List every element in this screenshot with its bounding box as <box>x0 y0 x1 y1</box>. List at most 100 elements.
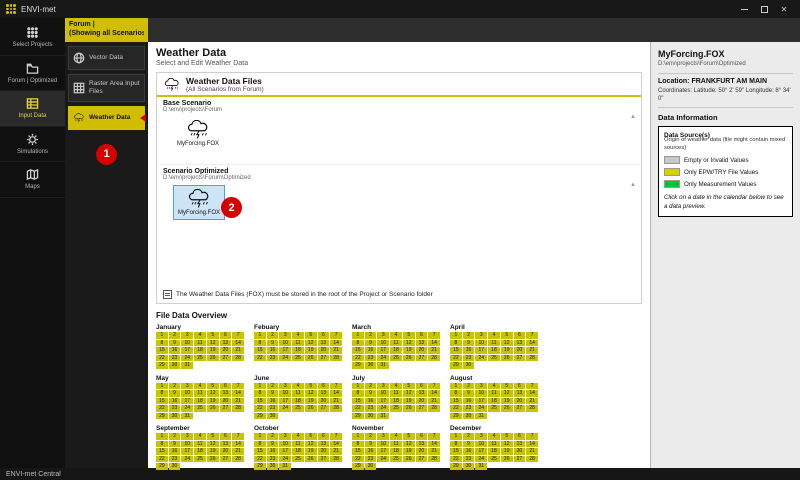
calendar-day[interactable]: 18 <box>194 448 206 455</box>
calendar-day[interactable]: 21 <box>428 448 440 455</box>
calendar-day[interactable]: 9 <box>364 440 377 447</box>
calendar-day[interactable]: 25 <box>390 354 402 361</box>
calendar-day[interactable]: 22 <box>352 455 364 462</box>
calendar-day[interactable]: 15 <box>450 397 462 404</box>
calendar-day[interactable]: 26 <box>304 405 317 412</box>
calendar-day[interactable]: 28 <box>330 354 342 361</box>
calendar-day[interactable]: 11 <box>194 339 206 346</box>
calendar-day[interactable]: 5 <box>500 433 513 440</box>
calendar-day[interactable]: 17 <box>279 397 292 404</box>
calendar-day[interactable]: 27 <box>415 354 428 361</box>
calendar-day[interactable]: 22 <box>156 405 168 412</box>
calendar-day[interactable]: 1 <box>352 382 364 389</box>
calendar-day[interactable]: 29 <box>156 362 168 369</box>
calendar-day[interactable]: 17 <box>377 397 390 404</box>
calendar-day[interactable]: 29 <box>156 463 168 470</box>
calendar-day[interactable]: 23 <box>462 455 475 462</box>
calendar-day[interactable]: 6 <box>219 332 232 339</box>
calendar-day[interactable]: 16 <box>462 397 475 404</box>
calendar-day[interactable]: 29 <box>156 412 168 419</box>
calendar-day[interactable]: 26 <box>304 354 317 361</box>
calendar-day[interactable]: 21 <box>526 448 538 455</box>
calendar-day[interactable]: 23 <box>266 405 279 412</box>
calendar-day[interactable]: 15 <box>254 448 266 455</box>
calendar-day[interactable]: 25 <box>292 455 304 462</box>
calendar-day[interactable]: 20 <box>219 397 232 404</box>
calendar-day[interactable]: 9 <box>168 339 181 346</box>
calendar-day[interactable]: 7 <box>526 382 538 389</box>
calendar-day[interactable]: 18 <box>292 448 304 455</box>
calendar-day[interactable]: 10 <box>181 390 194 397</box>
calendar-day[interactable]: 13 <box>513 339 526 346</box>
calendar-day[interactable]: 15 <box>352 397 364 404</box>
calendar-day[interactable]: 26 <box>402 354 415 361</box>
calendar-day[interactable]: 5 <box>206 433 219 440</box>
calendar-day[interactable]: 11 <box>292 440 304 447</box>
calendar-day[interactable]: 23 <box>266 455 279 462</box>
calendar-day[interactable]: 7 <box>232 332 244 339</box>
calendar-day[interactable]: 10 <box>475 440 488 447</box>
calendar-day[interactable]: 25 <box>488 455 500 462</box>
calendar-day[interactable]: 23 <box>168 354 181 361</box>
calendar-day[interactable]: 8 <box>352 440 364 447</box>
calendar-day[interactable]: 9 <box>168 390 181 397</box>
calendar-day[interactable]: 15 <box>156 448 168 455</box>
calendar-day[interactable]: 13 <box>415 440 428 447</box>
calendar-day[interactable]: 4 <box>292 332 304 339</box>
calendar-day[interactable]: 31 <box>181 412 194 419</box>
calendar-day[interactable]: 2 <box>168 382 181 389</box>
calendar-day[interactable]: 7 <box>428 433 440 440</box>
calendar-day[interactable]: 1 <box>450 382 462 389</box>
calendar-day[interactable]: 3 <box>377 382 390 389</box>
calendar-day[interactable]: 16 <box>168 347 181 354</box>
calendar-day[interactable]: 2 <box>462 433 475 440</box>
calendar-day[interactable]: 17 <box>377 448 390 455</box>
calendar-day[interactable]: 10 <box>181 339 194 346</box>
calendar-day[interactable]: 5 <box>304 332 317 339</box>
calendar-day[interactable]: 27 <box>317 405 330 412</box>
calendar-day[interactable]: 6 <box>513 332 526 339</box>
subsidebar-item-vector-data[interactable]: Vector Data <box>68 46 145 70</box>
calendar-day[interactable]: 14 <box>428 440 440 447</box>
calendar-day[interactable]: 28 <box>526 405 538 412</box>
calendar-day[interactable]: 8 <box>254 339 266 346</box>
calendar-day[interactable]: 30 <box>364 463 377 470</box>
calendar-day[interactable]: 12 <box>304 339 317 346</box>
calendar-day[interactable]: 19 <box>402 397 415 404</box>
calendar-day[interactable]: 10 <box>475 390 488 397</box>
calendar-day[interactable]: 3 <box>181 433 194 440</box>
calendar-day[interactable]: 27 <box>513 405 526 412</box>
calendar-day[interactable]: 31 <box>475 463 488 470</box>
calendar-day[interactable]: 11 <box>292 390 304 397</box>
calendar-day[interactable]: 15 <box>450 347 462 354</box>
calendar-day[interactable]: 14 <box>330 339 342 346</box>
calendar-day[interactable]: 4 <box>194 433 206 440</box>
calendar-day[interactable]: 30 <box>168 362 181 369</box>
calendar-day[interactable]: 23 <box>168 455 181 462</box>
calendar-day[interactable]: 27 <box>513 354 526 361</box>
calendar-day[interactable]: 25 <box>488 354 500 361</box>
calendar-day[interactable]: 10 <box>377 339 390 346</box>
calendar-day[interactable]: 3 <box>377 332 390 339</box>
calendar-day[interactable]: 12 <box>402 440 415 447</box>
calendar-day[interactable]: 1 <box>450 433 462 440</box>
calendar-day[interactable]: 27 <box>219 405 232 412</box>
calendar-day[interactable]: 4 <box>390 332 402 339</box>
calendar-day[interactable]: 9 <box>462 440 475 447</box>
calendar-day[interactable]: 12 <box>500 390 513 397</box>
calendar-day[interactable]: 3 <box>181 382 194 389</box>
calendar-day[interactable]: 7 <box>232 382 244 389</box>
calendar-day[interactable]: 14 <box>526 440 538 447</box>
calendar-day[interactable]: 5 <box>304 382 317 389</box>
calendar-day[interactable]: 1 <box>254 382 266 389</box>
calendar-day[interactable]: 21 <box>526 347 538 354</box>
calendar-day[interactable]: 19 <box>500 397 513 404</box>
calendar-day[interactable]: 1 <box>352 433 364 440</box>
calendar-day[interactable]: 7 <box>526 332 538 339</box>
calendar-day[interactable]: 14 <box>330 390 342 397</box>
calendar-day[interactable]: 17 <box>377 347 390 354</box>
calendar-day[interactable]: 9 <box>266 390 279 397</box>
calendar-day[interactable]: 6 <box>415 433 428 440</box>
calendar-day[interactable]: 15 <box>156 397 168 404</box>
minimize-icon[interactable] <box>734 1 754 17</box>
